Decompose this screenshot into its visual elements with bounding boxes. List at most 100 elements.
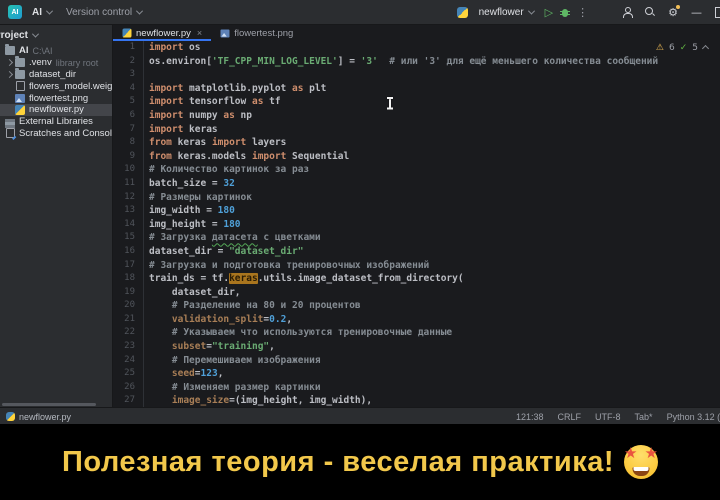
code-line-18[interactable]: 18train_ds = tf.keras.utils.image_datase… bbox=[113, 272, 720, 286]
code-token: # Перемешиваем изображения bbox=[172, 355, 321, 366]
code-line-11[interactable]: 11batch_size = 32 bbox=[113, 177, 720, 191]
code-line-25[interactable]: 25 seed=123, bbox=[113, 367, 720, 381]
code-line-4[interactable]: 4import matplotlib.pyplot as plt bbox=[113, 82, 720, 96]
code-editor[interactable]: ⚠6 ✓5 1import os2os.environ['TF_CPP_MIN_… bbox=[113, 41, 720, 407]
code-token: "training" bbox=[212, 341, 269, 352]
inspections-widget[interactable]: ⚠6 ✓5 bbox=[656, 43, 708, 53]
code-token: с цветками bbox=[258, 232, 321, 243]
tree-item-Scratches and Consoles[interactable]: Scratches and Consoles bbox=[0, 128, 112, 140]
code-line-15[interactable]: 15# Загрузка датасета с цветками bbox=[113, 231, 720, 245]
chevron-down-icon bbox=[136, 7, 143, 14]
code-token: 'TF_CPP_MIN_LOG_LEVEL' bbox=[212, 56, 338, 67]
code-line-7[interactable]: 7import keras bbox=[113, 123, 720, 137]
code-token: from bbox=[149, 137, 178, 148]
code-token: train_ds = tf. bbox=[149, 273, 229, 284]
tree-item-dataset_dir[interactable]: dataset_dir bbox=[0, 69, 112, 81]
code-line-21[interactable]: 21 validation_split=0.2, bbox=[113, 313, 720, 327]
code-line-2[interactable]: 2os.environ['TF_CPP_MIN_LOG_LEVEL'] = '3… bbox=[113, 55, 720, 69]
tree-item-label: flowertest.png bbox=[29, 93, 88, 104]
search-everywhere-icon[interactable] bbox=[645, 7, 655, 17]
code-line-19[interactable]: 19 dataset_dir, bbox=[113, 286, 720, 300]
code-line-5[interactable]: 5import tensorflow as tf bbox=[113, 95, 720, 109]
code-token: img_height = bbox=[149, 219, 223, 230]
code-line-12[interactable]: 12# Размеры картинок bbox=[113, 191, 720, 205]
code-line-23[interactable]: 23 subset="training", bbox=[113, 340, 720, 354]
minimize-window-button[interactable]: — bbox=[691, 7, 702, 18]
project-panel-header[interactable]: Project bbox=[0, 25, 112, 45]
code-with-me-icon[interactable] bbox=[622, 7, 632, 17]
project-menu[interactable]: AI bbox=[28, 5, 56, 20]
title-bar: AI AI Version control newflower ▷ bbox=[0, 0, 720, 25]
code-line-24[interactable]: 24 # Перемешиваем изображения bbox=[113, 354, 720, 368]
code-text: # Указываем что используются тренировочн… bbox=[144, 326, 452, 340]
statusbar-segment-CRLF[interactable]: CRLF bbox=[558, 412, 582, 422]
code-line-17[interactable]: 17# Загрузка и подготовка тренировочных … bbox=[113, 259, 720, 273]
code-text: # Перемешиваем изображения bbox=[144, 354, 321, 368]
code-line-14[interactable]: 14img_height = 180 bbox=[113, 218, 720, 232]
code-line-6[interactable]: 6import numpy as np bbox=[113, 109, 720, 123]
code-line-3[interactable]: 3 bbox=[113, 68, 720, 82]
code-token: "dataset_dir" bbox=[229, 246, 303, 257]
debug-button[interactable] bbox=[560, 7, 570, 18]
chevron-down-icon bbox=[528, 7, 535, 14]
code-token: .utils.image_dataset_from_directory( bbox=[258, 273, 464, 284]
tree-item-.venv[interactable]: .venvlibrary root bbox=[0, 57, 112, 69]
tree-item-External Libraries[interactable]: External Libraries bbox=[0, 116, 112, 128]
chevron-right-icon[interactable] bbox=[5, 60, 15, 65]
star-eye-right-icon: ★ bbox=[645, 446, 658, 461]
maximize-window-button[interactable] bbox=[715, 7, 720, 18]
code-line-27[interactable]: 27 image_size=(img_height, img_width), bbox=[113, 394, 720, 407]
code-line-9[interactable]: 9from keras.models import Sequential bbox=[113, 150, 720, 164]
line-number: 5 bbox=[113, 95, 144, 109]
version-control-menu[interactable]: Version control bbox=[62, 5, 146, 20]
tree-item-AI[interactable]: AIC:\AI bbox=[0, 45, 112, 57]
tab-newflower.py[interactable]: newflower.py × bbox=[113, 25, 211, 41]
more-actions-button[interactable]: ⋮ bbox=[577, 6, 588, 19]
tree-item-flowers_model.weights.h5[interactable]: flowers_model.weights.h5 bbox=[0, 80, 112, 92]
tree-item-label: newflower.py bbox=[29, 104, 84, 115]
image-icon bbox=[221, 29, 230, 37]
code-line-26[interactable]: 26 # Изменяем размер картинки bbox=[113, 381, 720, 395]
code-token: subset bbox=[172, 341, 206, 352]
statusbar-file[interactable]: newflower.py bbox=[6, 408, 71, 425]
code-line-1[interactable]: 1import os bbox=[113, 41, 720, 55]
tree-item-label: flowers_model.weights.h5 bbox=[29, 81, 113, 92]
code-token: numpy bbox=[189, 110, 223, 121]
typo-check-icon: ✓ bbox=[680, 43, 688, 53]
code-line-16[interactable]: 16dataset_dir = "dataset_dir" bbox=[113, 245, 720, 259]
code-token: dataset_dir = bbox=[149, 246, 229, 257]
code-line-22[interactable]: 22 # Указываем что используются трениров… bbox=[113, 326, 720, 340]
code-token: import bbox=[149, 96, 189, 107]
project-panel-horizontal-scrollbar[interactable] bbox=[2, 403, 96, 406]
code-line-13[interactable]: 13img_width = 180 bbox=[113, 204, 720, 218]
tab-flowertest.png[interactable]: flowertest.png bbox=[211, 25, 302, 41]
run-configuration-selector[interactable]: newflower bbox=[475, 5, 538, 20]
line-number: 21 bbox=[113, 313, 144, 327]
line-number: 24 bbox=[113, 354, 144, 368]
code-line-10[interactable]: 10# Количество картинок за раз bbox=[113, 163, 720, 177]
tab-label: flowertest.png bbox=[234, 28, 293, 39]
code-token: import bbox=[252, 151, 292, 162]
chevron-right-icon[interactable] bbox=[5, 72, 15, 77]
tree-item-label: dataset_dir bbox=[29, 69, 76, 80]
statusbar-segment-Python3.12[interactable]: Python 3.12 ( bbox=[667, 412, 720, 422]
code-line-8[interactable]: 8from keras import layers bbox=[113, 136, 720, 150]
code-token bbox=[149, 382, 172, 393]
code-token: layers bbox=[252, 137, 286, 148]
tab-close-icon[interactable]: × bbox=[197, 28, 202, 38]
statusbar-segment-Tab[interactable]: Tab* bbox=[635, 412, 653, 422]
ide-window: AI AI Version control newflower ▷ bbox=[0, 0, 720, 424]
statusbar-segment-121:38[interactable]: 121:38 bbox=[516, 412, 544, 422]
settings-gear-icon[interactable]: ⚙ bbox=[668, 7, 678, 18]
tree-item-flowertest.png[interactable]: flowertest.png bbox=[0, 92, 112, 104]
run-button[interactable]: ▷ bbox=[545, 6, 553, 19]
code-token: from bbox=[149, 151, 178, 162]
statusbar-segment-UTF8[interactable]: UTF-8 bbox=[595, 412, 621, 422]
tree-item-newflower.py[interactable]: newflower.py bbox=[0, 104, 112, 116]
app-logo-icon[interactable]: AI bbox=[8, 5, 22, 19]
code-token: tensorflow bbox=[189, 96, 252, 107]
tree-item-label: Scratches and Consoles bbox=[19, 128, 113, 139]
code-line-20[interactable]: 20 # Разделение на 80 и 20 процентов bbox=[113, 299, 720, 313]
tab-label: newflower.py bbox=[136, 28, 191, 39]
code-text: validation_split=0.2, bbox=[144, 313, 292, 327]
